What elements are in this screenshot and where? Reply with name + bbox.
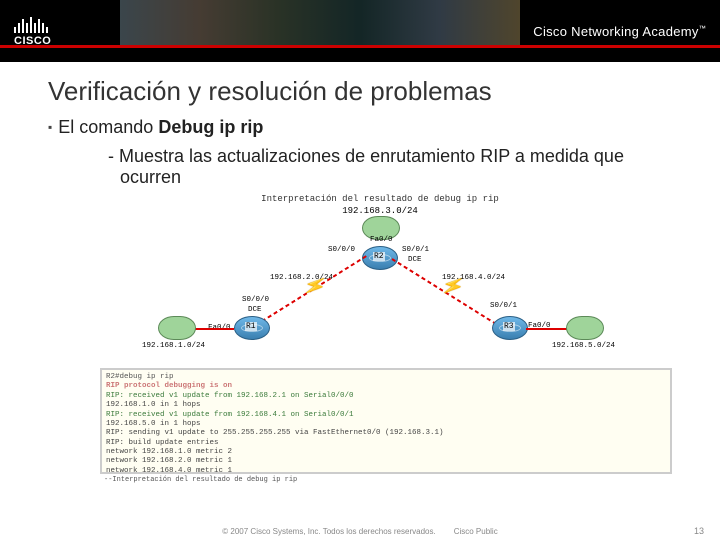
cisco-logo-text: CISCO [14, 35, 51, 47]
lan-cloud-right [566, 316, 604, 340]
page-number: 13 [694, 526, 704, 536]
dce-right: DCE [408, 256, 422, 264]
cisco-logo: CISCO [14, 15, 51, 47]
slide-footer: © 2007 Cisco Systems, Inc. Todos los der… [0, 527, 720, 536]
router-r1-label: R1 [245, 322, 257, 331]
lan-link-left [192, 328, 234, 330]
router-r3-label: R3 [503, 322, 515, 331]
terminal-output: R2#debug ip rip RIP protocol debugging i… [100, 368, 672, 474]
iface-s001-r3: S0/0/1 [490, 302, 517, 310]
subnet-mid-left: 192.168.2.0/24 [270, 274, 333, 282]
slide-header: CISCO Cisco Networking Academy™ [0, 0, 720, 62]
term-line-6: RIP: sending v1 update to 255.255.255.25… [106, 429, 666, 438]
lan-cloud-left [158, 316, 196, 340]
term-line-10: network 192.168.4.0 metric 1 [106, 467, 666, 474]
bullet-level-2: - Muestra las actualizaciones de enrutam… [108, 146, 660, 188]
subnet-far-right: 192.168.5.0/24 [552, 342, 615, 350]
term-line-5: 192.168.5.0 in 1 hops [106, 420, 666, 429]
academy-text: Cisco Networking Academy [533, 24, 698, 39]
lan-link-right [526, 328, 568, 330]
bullet1-bold: Debug ip rip [158, 117, 263, 137]
term-line-0: R2#debug ip rip [106, 373, 666, 382]
academy-label: Cisco Networking Academy™ [533, 24, 706, 39]
trademark-icon: ™ [699, 25, 706, 32]
topology-canvas: R2 Fa0/0 S0/0/0 S0/0/1 DCE ⚡ ⚡ 192.168.2… [170, 216, 590, 366]
term-line-4: RIP: received v1 update from 192.168.4.1… [106, 411, 666, 420]
iface-s001: S0/0/1 [402, 246, 429, 254]
bullet-square-icon: ▪ [48, 120, 52, 134]
footer-copyright: © 2007 Cisco Systems, Inc. Todos los der… [222, 527, 435, 536]
iface-s000-r1: S0/0/0 [242, 296, 269, 304]
subnet-mid-right: 192.168.4.0/24 [442, 274, 505, 282]
term-line-1: RIP protocol debugging is on [106, 382, 666, 391]
dce-r1: DCE [248, 306, 262, 314]
term-line-7: RIP: build update entries [106, 439, 666, 448]
subnet-top: 192.168.3.0/24 [100, 206, 660, 216]
subnet-far-left: 192.168.1.0/24 [142, 342, 205, 350]
network-diagram: Interpretación del resultado de debug ip… [100, 194, 660, 366]
slide-title: Verificación y resolución de problemas [48, 76, 720, 107]
iface-s000: S0/0/0 [328, 246, 355, 254]
term-line-2: RIP: received v1 update from 192.168.2.1… [106, 392, 666, 401]
bullet1-prefix: El comando [58, 117, 158, 137]
bullet-level-1: ▪ El comando Debug ip rip [48, 117, 680, 138]
term-line-3: 192.168.1.0 in 1 hops [106, 401, 666, 410]
header-accent-bar [0, 45, 720, 62]
diagram-title: Interpretación del resultado de debug ip… [100, 194, 660, 204]
iface-fa00-top: Fa0/0 [370, 236, 393, 244]
cisco-bars-icon [14, 15, 48, 33]
term-line-8: network 192.168.1.0 metric 2 [106, 448, 666, 457]
router-r2-label: R2 [373, 252, 385, 261]
diagram-footnote: --Interpretación del resultado de debug … [104, 476, 720, 484]
term-line-9: network 192.168.2.0 metric 1 [106, 457, 666, 466]
footer-label: Cisco Public [454, 527, 498, 536]
